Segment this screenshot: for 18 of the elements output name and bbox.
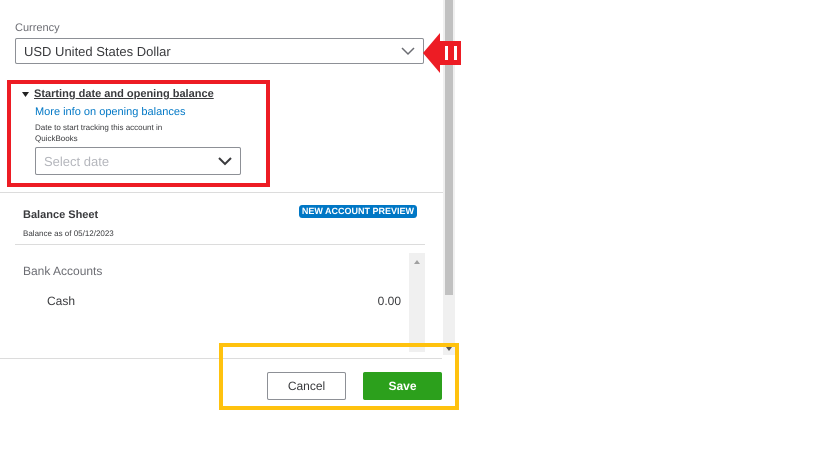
chevron-down-icon	[401, 46, 415, 56]
info-link[interactable]: More info on opening balances	[35, 106, 186, 118]
balance-date: Balance as of 05/12/2023	[23, 229, 114, 238]
caret-icon[interactable]	[22, 92, 29, 96]
preview-badge: NEW ACCOUNT PREVIEW	[298, 205, 417, 218]
section-toggle[interactable]: Starting date and opening balance	[34, 88, 214, 100]
account-amount: 0.00	[378, 294, 401, 308]
preview-title: Balance Sheet	[23, 209, 98, 221]
cancel-button[interactable]: Cancel	[267, 372, 346, 400]
currency-dropdown[interactable]: USD United States Dollar	[15, 38, 424, 64]
scrollbar[interactable]	[409, 253, 425, 352]
chevron-down-icon	[218, 156, 232, 166]
field-label: Currency	[15, 22, 60, 34]
account-name: Cash	[47, 294, 76, 308]
arrow-icon	[423, 33, 461, 73]
scrollbar[interactable]	[443, 0, 455, 355]
hint-text: Date to start tracking this account in QuickBooks	[35, 122, 164, 144]
account-group: Bank Accounts	[23, 264, 409, 278]
